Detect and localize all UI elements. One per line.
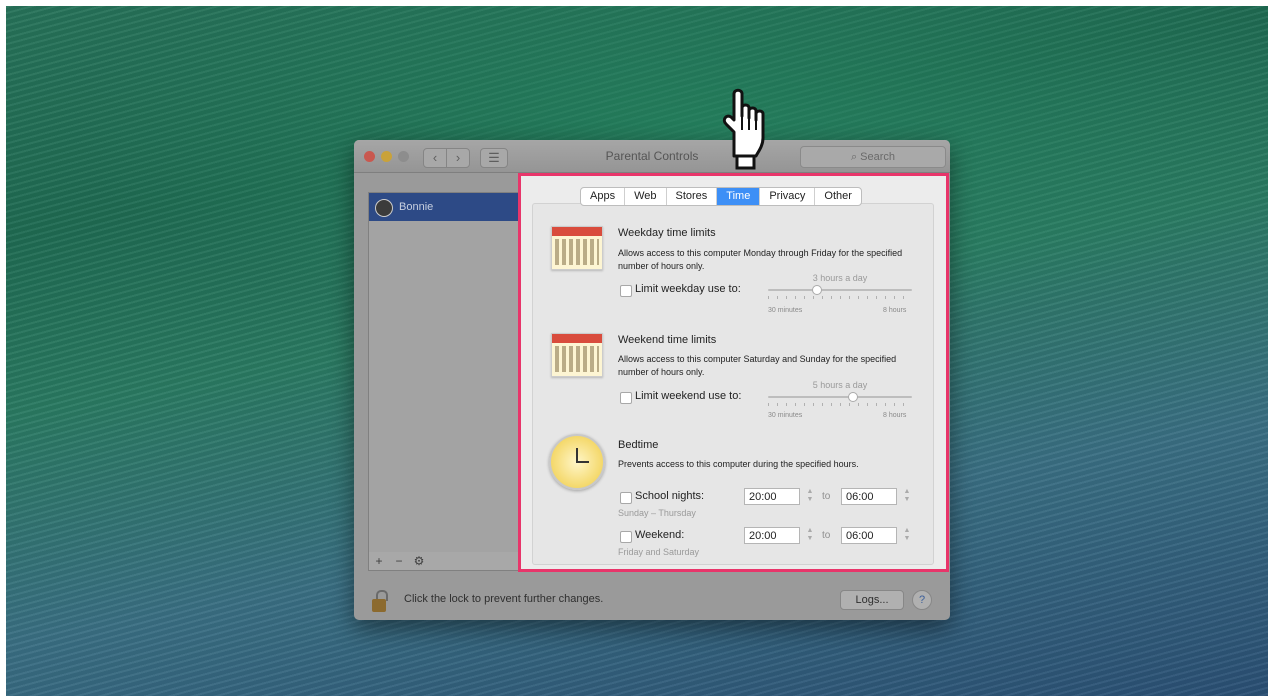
weekday-slider[interactable] — [768, 285, 912, 295]
school-nights-to-stepper[interactable]: ▲ ▼ — [903, 488, 911, 505]
search-field[interactable]: ⌕ Search — [800, 146, 946, 168]
weekend-slider-value: 5 hours a day — [812, 380, 868, 390]
weekday-title: Weekday time limits — [618, 227, 716, 239]
school-nights-from-stepper[interactable]: ▲ ▼ — [806, 488, 814, 505]
to-label: to — [822, 530, 831, 541]
tab-other[interactable]: Other — [815, 188, 861, 205]
weekday-description: Allows access to this computer Monday th… — [618, 248, 903, 271]
weekend-bedtime-from-stepper[interactable]: ▲ ▼ — [806, 527, 814, 544]
user-list-controls: + − ⚙ — [368, 552, 524, 571]
tab-privacy[interactable]: Privacy — [760, 188, 816, 205]
lock-message: Click the lock to prevent further change… — [404, 593, 604, 605]
weekend-bedtime-checkbox[interactable] — [620, 531, 632, 543]
logs-button[interactable]: Logs... — [840, 590, 904, 610]
search-icon: ⌕ — [850, 151, 861, 163]
weekend-limit-label: Limit weekend use to: — [635, 390, 742, 402]
title-bar: ‹ › ☰ Parental Controls ⌕ Search — [354, 140, 950, 173]
tab-bar: Apps Web Stores Time Privacy Other — [580, 187, 862, 206]
avatar — [375, 199, 393, 217]
weekday-slider-min: 30 minutes — [768, 307, 803, 314]
weekend-bedtime-to-field[interactable]: 06:00 — [841, 527, 897, 544]
time-settings-panel: Apps Web Stores Time Privacy Other Weekd… — [518, 173, 949, 572]
user-name: Bonnie — [399, 201, 434, 213]
calendar-icon — [551, 226, 603, 270]
user-item-bonnie[interactable]: Bonnie — [369, 193, 523, 221]
weekend-description: Allows access to this computer Saturday … — [618, 354, 897, 377]
weekend-slider[interactable] — [768, 392, 912, 402]
weekend-slider-ticks — [768, 403, 912, 406]
gear-icon[interactable]: ⚙ — [409, 552, 429, 570]
weekend-bedtime-caption: Friday and Saturday — [618, 547, 700, 557]
weekday-slider-value: 3 hours a day — [812, 273, 868, 283]
weekend-title: Weekend time limits — [618, 334, 717, 346]
tab-time[interactable]: Time — [717, 188, 761, 205]
hand-pointer-icon — [722, 88, 765, 170]
weekend-limit-checkbox[interactable] — [620, 392, 632, 404]
bedtime-title: Bedtime — [618, 439, 659, 451]
school-nights-label: School nights: — [635, 490, 705, 502]
user-list: Bonnie — [368, 192, 524, 554]
weekend-bedtime-to-stepper[interactable]: ▲ ▼ — [903, 527, 911, 544]
clock-icon — [549, 434, 605, 490]
weekday-slider-ticks — [768, 296, 912, 299]
weekend-slider-max: 8 hours — [883, 412, 907, 419]
school-nights-checkbox[interactable] — [620, 492, 632, 504]
weekend-bedtime-from-field[interactable]: 20:00 — [744, 527, 800, 544]
to-label: to — [822, 491, 831, 502]
weekday-limit-checkbox[interactable] — [620, 285, 632, 297]
school-nights-from-field[interactable]: 20:00 — [744, 488, 800, 505]
add-user-button[interactable]: + — [369, 552, 389, 570]
help-button[interactable]: ? — [912, 590, 932, 610]
school-nights-caption: Sunday – Thursday — [618, 508, 696, 518]
tab-web[interactable]: Web — [625, 188, 667, 205]
weekday-slider-max: 8 hours — [883, 307, 907, 314]
remove-user-button[interactable]: − — [389, 552, 409, 570]
bedtime-description: Prevents access to this computer during … — [618, 459, 859, 469]
tab-stores[interactable]: Stores — [667, 188, 718, 205]
weekday-limit-label: Limit weekday use to: — [635, 283, 741, 295]
weekend-bedtime-label: Weekend: — [635, 529, 685, 541]
tab-apps[interactable]: Apps — [581, 188, 626, 205]
weekend-slider-min: 30 minutes — [768, 412, 803, 419]
bottom-bar: Click the lock to prevent further change… — [354, 580, 950, 620]
lock-icon[interactable] — [372, 590, 388, 612]
school-nights-to-field[interactable]: 06:00 — [841, 488, 897, 505]
search-placeholder: Search — [860, 151, 896, 163]
calendar-icon — [551, 333, 603, 377]
